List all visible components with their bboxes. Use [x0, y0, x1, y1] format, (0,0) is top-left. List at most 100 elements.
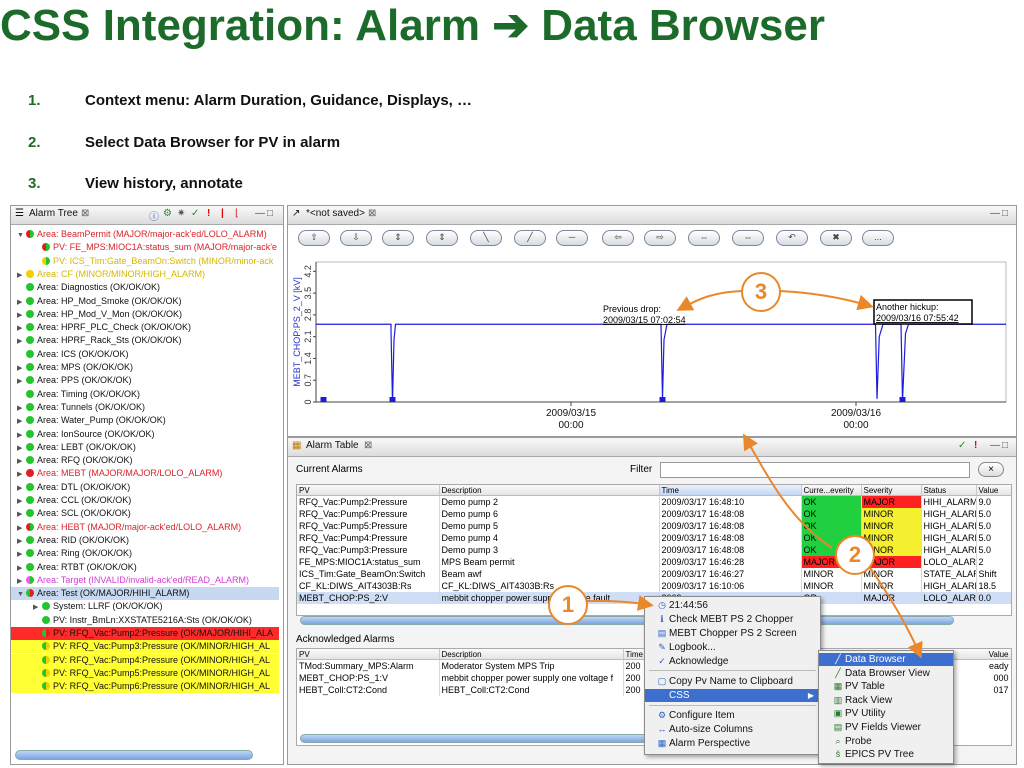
- expand-arrow-icon[interactable]: ▶: [17, 548, 26, 561]
- tree-row[interactable]: ▶ Area: Tunnels (OK/OK/OK): [11, 401, 279, 414]
- css-submenu-item[interactable]: ╱ Data Browser View: [819, 667, 953, 680]
- maximize-icon[interactable]: □: [267, 208, 273, 219]
- settings-icon[interactable]: ⚙: [163, 208, 172, 219]
- toolbar-button[interactable]: ...: [862, 230, 894, 246]
- column-header[interactable]: Time: [659, 485, 802, 496]
- css-submenu-item[interactable]: ▥ Rack View: [819, 694, 953, 707]
- tree-row[interactable]: Area: Diagnostics (OK/OK/OK): [11, 281, 279, 294]
- column-header[interactable]: Status: [921, 485, 977, 496]
- alarm-only-icon[interactable]: |: [221, 208, 224, 219]
- expand-arrow-icon[interactable]: ▶: [17, 482, 26, 495]
- tree-row[interactable]: PV: Instr_BmLn:XXSTATE5216A:Sts (OK/OK/O…: [11, 614, 279, 627]
- table-row[interactable]: RFQ_Vac:Pump4:Pressure Demo pump 4 2009/03…: [297, 532, 1011, 544]
- tree-row[interactable]: ▶ Area: Water_Pump (OK/OK/OK): [11, 414, 279, 427]
- tree-row[interactable]: ▶ Area: HP_Mod_Smoke (OK/OK/OK): [11, 295, 279, 308]
- tree-row[interactable]: ▶ System: LLRF (OK/OK/OK): [11, 600, 279, 613]
- toolbar-button[interactable]: ╲: [470, 230, 502, 246]
- close-tab-icon[interactable]: ⊠: [368, 208, 376, 219]
- tree-row[interactable]: ▶ Area: LEBT (OK/OK/OK): [11, 441, 279, 454]
- tree-row[interactable]: ▶ Area: HPRF_PLC_Check (OK/OK/OK): [11, 321, 279, 334]
- column-header[interactable]: Curre...everity: [801, 485, 862, 496]
- tree-row[interactable]: ▶ Area: RTBT (OK/OK/OK): [11, 561, 279, 574]
- expand-arrow-icon[interactable]: ▶: [17, 429, 26, 442]
- tree-row[interactable]: ▶ Area: RID (OK/OK/OK): [11, 534, 279, 547]
- toolbar-button[interactable]: ⇕: [426, 230, 458, 246]
- alarm-filter-icon[interactable]: !: [974, 440, 977, 451]
- tree-scrollbar[interactable]: [15, 750, 253, 760]
- tree-row[interactable]: ▶ Area: IonSource (OK/OK/OK): [11, 428, 279, 441]
- column-header[interactable]: Value: [976, 485, 1011, 496]
- context-menu-item[interactable]: ℹ Check MEBT PS 2 Chopper: [645, 613, 820, 626]
- minimize-icon[interactable]: —: [990, 208, 1000, 219]
- tree-row[interactable]: ▼ Area: Test (OK/MAJOR/HIHI_ALARM): [11, 587, 279, 601]
- css-submenu-item[interactable]: ⌕ Probe: [819, 735, 953, 748]
- tree-row[interactable]: ▶ Area: DTL (OK/OK/OK): [11, 481, 279, 494]
- table-row[interactable]: RFQ_Vac:Pump6:Pressure Demo pump 6 2009/03…: [297, 508, 1011, 520]
- tree-row[interactable]: Area: ICS (OK/OK/OK): [11, 348, 279, 361]
- column-header[interactable]: PV: [297, 649, 440, 660]
- acknowledge-all-icon[interactable]: ✷: [177, 208, 185, 219]
- css-submenu-item[interactable]: ▣ PV Utility: [819, 707, 953, 720]
- expand-arrow-icon[interactable]: ▶: [33, 601, 42, 614]
- clear-filter-button[interactable]: ×: [978, 462, 1004, 477]
- data-browser-tab[interactable]: *<not saved>: [306, 208, 365, 219]
- expand-arrow-icon[interactable]: ▶: [17, 562, 26, 575]
- expand-arrow-icon[interactable]: ▶: [17, 442, 26, 455]
- maximize-icon[interactable]: □: [1002, 440, 1008, 451]
- toolbar-button[interactable]: ⇩: [340, 230, 372, 246]
- css-submenu-item[interactable]: ▦ PV Table: [819, 680, 953, 693]
- tree-row[interactable]: ▶ Area: SCL (OK/OK/OK): [11, 507, 279, 520]
- tree-row[interactable]: ▶ Area: HEBT (MAJOR/major-ack'ed/LOLO_ALA…: [11, 521, 279, 534]
- css-submenu-item[interactable]: ╱ Data Browser: [819, 653, 953, 666]
- expand-arrow-icon[interactable]: ▶: [17, 402, 26, 415]
- css-submenu-item[interactable]: ▤ PV Fields Viewer: [819, 721, 953, 734]
- close-tab-icon[interactable]: ⊠: [81, 208, 89, 219]
- tree-row[interactable]: ▶ Area: Target (INVALID/invalid-ack'ed/RE…: [11, 574, 279, 587]
- tree-row[interactable]: ▼ Area: BeamPermit (MAJOR/major-ack'ed/LO…: [11, 228, 279, 241]
- tree-row[interactable]: ▶ Area: Ring (OK/OK/OK): [11, 547, 279, 560]
- expand-arrow-icon[interactable]: ▶: [17, 508, 26, 521]
- tree-row[interactable]: PV: RFQ_Vac:Pump6:Pressure (OK/MINOR/HIG…: [11, 680, 279, 694]
- toolbar-button[interactable]: ⇕: [382, 230, 414, 246]
- toolbar-button[interactable]: ⇧: [298, 230, 330, 246]
- table-row[interactable]: CF_KL:DIWS_AIT4303B:Rs CF_KL:DIWS_AIT4303…: [297, 580, 1011, 592]
- info-icon[interactable]: ⓘ: [149, 208, 159, 223]
- column-header[interactable]: PV: [297, 485, 440, 496]
- toolbar-button[interactable]: ⇦: [602, 230, 634, 246]
- expand-arrow-icon[interactable]: ▶: [17, 335, 26, 348]
- expand-arrow-icon[interactable]: ▼: [17, 229, 26, 242]
- tree-row[interactable]: ▶ Area: CCL (OK/OK/OK): [11, 494, 279, 507]
- expand-arrow-icon[interactable]: ▶: [17, 522, 26, 535]
- css-submenu-item[interactable]: š EPICS PV Tree: [819, 748, 953, 761]
- column-header[interactable]: Severity: [861, 485, 922, 496]
- context-menu-item[interactable]: ✓ Acknowledge: [645, 655, 820, 668]
- data-browser-chart[interactable]: 0 0.7 1.4 2.1 2.8 3.5 4.2MEBT_CHOP:PS_2_V [kV]…: [288, 250, 1014, 434]
- context-menu-item[interactable]: ◷ 21:44:56: [645, 599, 820, 612]
- expand-arrow-icon[interactable]: ▶: [17, 296, 26, 309]
- toolbar-button[interactable]: ⇨: [644, 230, 676, 246]
- tree-row[interactable]: ▶ Area: HP_Mod_V_Mon (OK/OK/OK): [11, 308, 279, 321]
- context-menu-item[interactable]: ▢ Copy Pv Name to Clipboard: [645, 675, 820, 688]
- tree-row[interactable]: PV: ICS_Tim:Gate_BeamOn:Switch (MINOR/mi…: [11, 255, 279, 268]
- filter-input[interactable]: [660, 462, 970, 478]
- context-menu-item[interactable]: CSS ▶: [645, 689, 820, 702]
- tree-row[interactable]: PV: RFQ_Vac:Pump3:Pressure (OK/MINOR/HIG…: [11, 640, 279, 654]
- expand-arrow-icon[interactable]: ▶: [17, 375, 26, 388]
- collapse-icon[interactable]: ⌊: [235, 208, 239, 219]
- check-icon[interactable]: ✓: [958, 440, 966, 451]
- alarm-table-tab[interactable]: Alarm Table: [306, 440, 359, 451]
- expand-arrow-icon[interactable]: ▶: [17, 455, 26, 468]
- tree-row[interactable]: ▶ Area: PPS (OK/OK/OK): [11, 374, 279, 387]
- tree-row[interactable]: ▶ Area: MEBT (MAJOR/MAJOR/LOLO_ALARM): [11, 467, 279, 480]
- toolbar-button[interactable]: ✖: [820, 230, 852, 246]
- context-menu-item[interactable]: ↔ Auto-size Columns: [645, 723, 820, 736]
- current-scrollbar[interactable]: [300, 616, 954, 625]
- close-tab-icon[interactable]: ⊠: [364, 440, 372, 451]
- toolbar-button[interactable]: ╱: [514, 230, 546, 246]
- table-row[interactable]: RFQ_Vac:Pump3:Pressure Demo pump 3 2009/03…: [297, 544, 1011, 556]
- tree-row[interactable]: ▶ Area: MPS (OK/OK/OK): [11, 361, 279, 374]
- context-menu-item[interactable]: ✎ Logbook...: [645, 641, 820, 654]
- expand-arrow-icon[interactable]: ▶: [17, 269, 26, 282]
- expand-arrow-icon[interactable]: ▶: [17, 468, 26, 481]
- minimize-icon[interactable]: —: [255, 208, 265, 219]
